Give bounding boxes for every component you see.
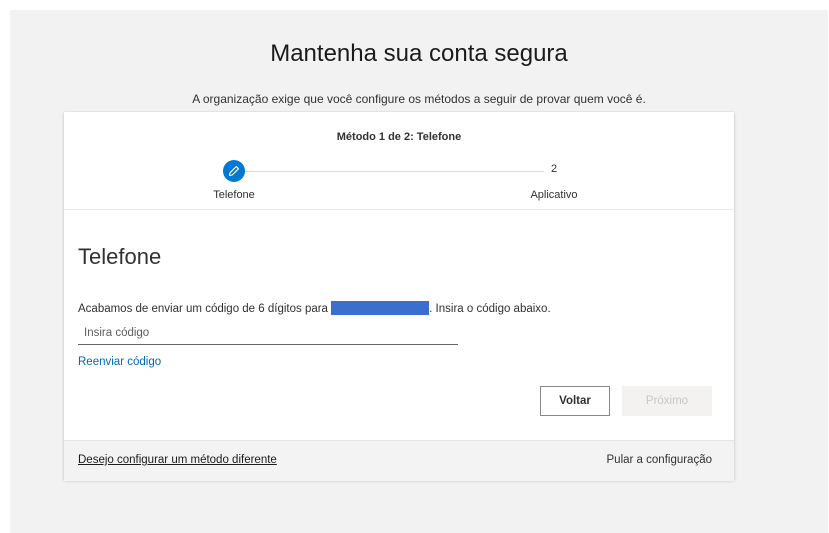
instruction-text: Acabamos de enviar um código de 6 dígito… — [78, 301, 551, 315]
page-title: Mantenha sua conta segura — [270, 40, 568, 67]
step-2-number: 2 — [550, 163, 558, 175]
step-2-label: Aplicativo — [530, 189, 578, 201]
instruction-text-after: . Insira o código abaixo. — [429, 303, 551, 315]
different-method-link[interactable]: Desejo configurar um método diferente — [78, 454, 277, 466]
progress-title: Método 1 de 2: Telefone — [336, 131, 462, 143]
instruction-text-before: Acabamos de enviar um código de 6 dígito… — [78, 303, 328, 315]
code-input[interactable] — [78, 321, 458, 345]
progress-indicator: Método 1 de 2: Telefone 2 Telefone Aplic… — [64, 112, 734, 210]
back-button[interactable]: Voltar — [540, 386, 610, 416]
step-1-label: Telefone — [213, 189, 255, 201]
next-button[interactable]: Próximo — [622, 386, 712, 416]
skip-setup-link[interactable]: Pular a configuração — [607, 454, 712, 466]
setup-card: Método 1 de 2: Telefone 2 Telefone Aplic… — [64, 112, 734, 481]
page-background: Mantenha sua conta segura A organização … — [10, 10, 828, 533]
progress-line — [243, 171, 544, 172]
redacted-phone-number — [331, 301, 430, 315]
page-subtitle: A organização exige que você configure o… — [192, 92, 646, 106]
section-heading: Telefone — [78, 244, 162, 269]
resend-code-link[interactable]: Reenviar código — [78, 356, 161, 368]
card-footer: Desejo configurar um método diferente Pu… — [64, 440, 734, 481]
pencil-icon — [229, 165, 240, 176]
step-1-indicator — [223, 160, 245, 182]
